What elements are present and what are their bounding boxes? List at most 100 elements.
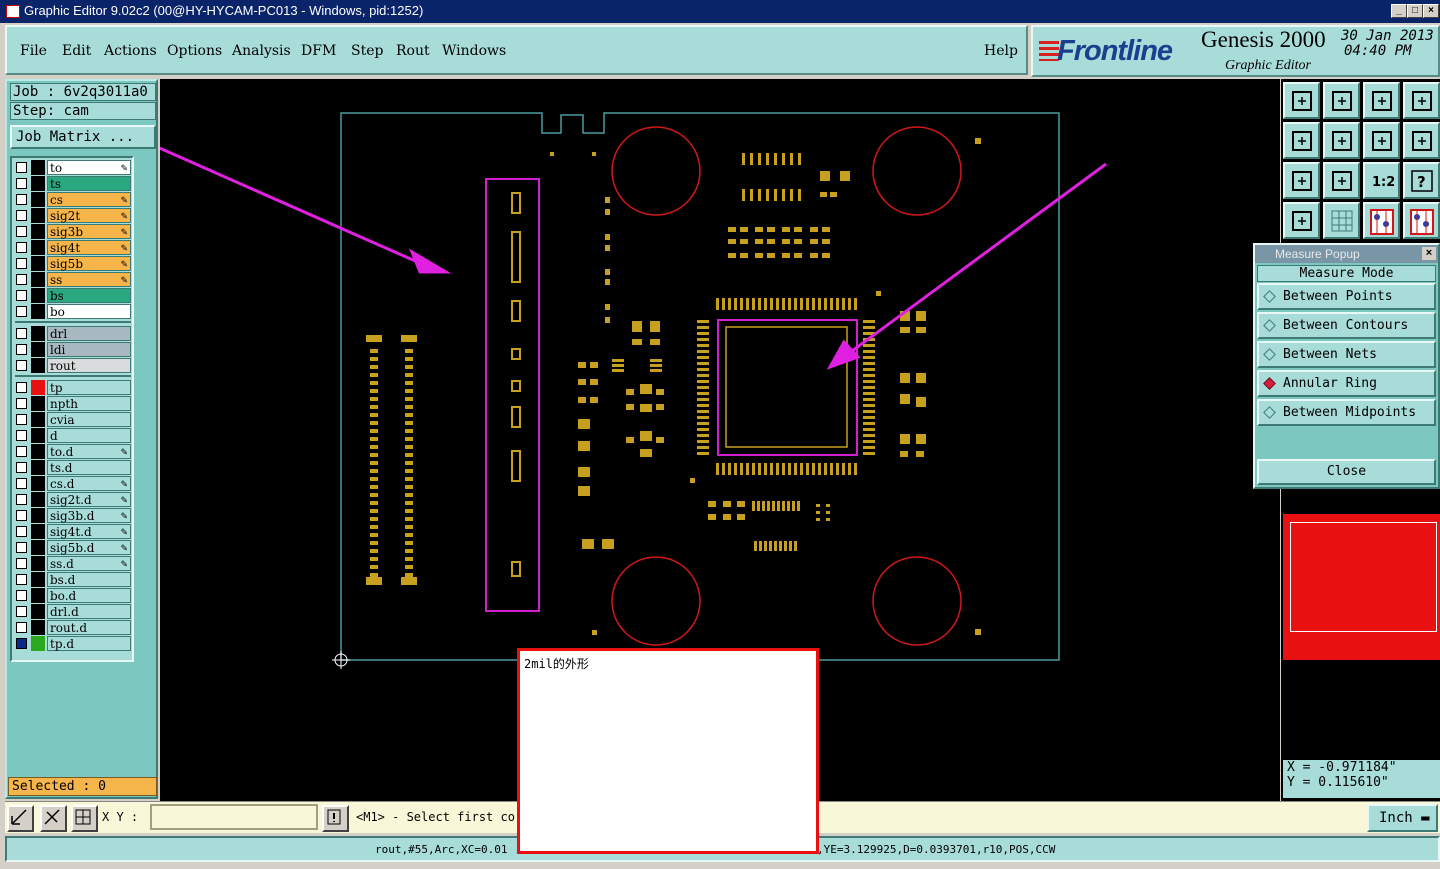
- menu-dfm[interactable]: DFM: [301, 43, 336, 59]
- menu-options[interactable]: Options: [167, 43, 222, 59]
- layer-checkbox[interactable]: [16, 638, 27, 649]
- layer-row[interactable]: sig2t ✎: [15, 208, 131, 223]
- layer-checkbox[interactable]: [16, 274, 27, 285]
- layer-checkbox[interactable]: [16, 290, 27, 301]
- layer-name[interactable]: sig2t ✎: [47, 208, 131, 223]
- layer-checkbox[interactable]: [16, 344, 27, 355]
- layer-name[interactable]: cs ✎: [47, 192, 131, 207]
- layer-row[interactable]: d: [15, 428, 131, 443]
- snap-mode-icon[interactable]: [7, 805, 34, 832]
- job-matrix-button[interactable]: Job Matrix ...: [10, 125, 156, 149]
- layer-checkbox[interactable]: [16, 462, 27, 473]
- layer-checkbox[interactable]: [16, 478, 27, 489]
- layer-name[interactable]: to.d ✎: [47, 444, 131, 459]
- measure-option[interactable]: Between Points: [1257, 283, 1436, 310]
- layer-checkbox[interactable]: [16, 306, 27, 317]
- menu-windows[interactable]: Windows: [442, 43, 506, 59]
- layer-row[interactable]: drl: [15, 326, 131, 341]
- window-icon[interactable]: [1403, 82, 1440, 119]
- layer-checkbox[interactable]: [16, 558, 27, 569]
- menu-file[interactable]: File: [20, 43, 47, 59]
- layer-name[interactable]: cs.d ✎: [47, 476, 131, 491]
- layer-name[interactable]: sig5b ✎: [47, 256, 131, 271]
- xy-input[interactable]: [150, 804, 318, 830]
- layer-checkbox[interactable]: [16, 542, 27, 553]
- alert-icon[interactable]: [322, 805, 349, 832]
- layer-row[interactable]: bs.d: [15, 572, 131, 587]
- layer-checkbox[interactable]: [16, 526, 27, 537]
- layer-row[interactable]: bo: [15, 304, 131, 319]
- layer-row[interactable]: ss.d ✎: [15, 556, 131, 571]
- layer-checkbox[interactable]: [16, 258, 27, 269]
- layer-row[interactable]: sig5b ✎: [15, 256, 131, 271]
- layer-checkbox[interactable]: [16, 242, 27, 253]
- menu-analysis[interactable]: Analysis: [232, 43, 291, 59]
- layer-row[interactable]: npth: [15, 396, 131, 411]
- layer-row[interactable]: ldi: [15, 342, 131, 357]
- home-icon[interactable]: [1363, 82, 1400, 119]
- measure-option[interactable]: Between Nets: [1257, 341, 1436, 368]
- layer-checkbox[interactable]: [16, 414, 27, 425]
- layer-checkbox[interactable]: [16, 210, 27, 221]
- layer-row[interactable]: ts: [15, 176, 131, 191]
- layer-name[interactable]: ldi: [47, 342, 131, 357]
- menu-edit[interactable]: Edit: [62, 43, 91, 59]
- layer-checkbox[interactable]: [16, 622, 27, 633]
- layers-blue-icon[interactable]: [1403, 202, 1440, 239]
- maximize-button[interactable]: □: [1407, 4, 1423, 18]
- layer-checkbox[interactable]: [16, 590, 27, 601]
- layer-row[interactable]: to.d ✎: [15, 444, 131, 459]
- menu-actions[interactable]: Actions: [104, 43, 157, 59]
- tools-icon[interactable]: [1283, 202, 1320, 239]
- layer-checkbox[interactable]: [16, 510, 27, 521]
- layer-name[interactable]: d: [47, 428, 131, 443]
- layer-row[interactable]: cs ✎: [15, 192, 131, 207]
- layer-row[interactable]: sig5b.d ✎: [15, 540, 131, 555]
- layer-checkbox[interactable]: [16, 178, 27, 189]
- measure-option[interactable]: Annular Ring: [1257, 370, 1436, 397]
- layer-checkbox[interactable]: [16, 162, 27, 173]
- board-overview[interactable]: [1283, 514, 1440, 660]
- menu-rout[interactable]: Rout: [396, 43, 430, 59]
- layer-name[interactable]: bs: [47, 288, 131, 303]
- layer-name[interactable]: npth: [47, 396, 131, 411]
- layer-name[interactable]: sig2t.d ✎: [47, 492, 131, 507]
- layer-row[interactable]: tp.d: [15, 636, 131, 651]
- layer-row[interactable]: sig3b.d ✎: [15, 508, 131, 523]
- layer-checkbox[interactable]: [16, 328, 27, 339]
- layer-name[interactable]: tp.d: [47, 636, 131, 651]
- layer-checkbox[interactable]: [16, 494, 27, 505]
- scale-1to2-icon[interactable]: 1:2: [1363, 162, 1400, 199]
- measure-popup-close-icon[interactable]: ×: [1422, 247, 1436, 260]
- layer-name[interactable]: sig3b ✎: [47, 224, 131, 239]
- layer-name[interactable]: drl: [47, 326, 131, 341]
- layer-checkbox[interactable]: [16, 382, 27, 393]
- layer-row[interactable]: bo.d: [15, 588, 131, 603]
- zoom-home-icon[interactable]: [1283, 82, 1320, 119]
- layer-name[interactable]: bo: [47, 304, 131, 319]
- layer-row[interactable]: drl.d: [15, 604, 131, 619]
- snap-icon[interactable]: [1403, 122, 1440, 159]
- layer-row[interactable]: to ✎: [15, 160, 131, 175]
- measure-option[interactable]: Between Contours: [1257, 312, 1436, 339]
- layer-name[interactable]: rout: [47, 358, 131, 373]
- layer-name[interactable]: sig4t ✎: [47, 240, 131, 255]
- minimize-button[interactable]: _: [1391, 4, 1407, 18]
- layer-checkbox[interactable]: [16, 398, 27, 409]
- menu-step[interactable]: Step: [351, 43, 383, 59]
- measure-mode-icon[interactable]: [40, 805, 67, 832]
- layer-name[interactable]: sig5b.d ✎: [47, 540, 131, 555]
- help-icon[interactable]: ?: [1403, 162, 1440, 199]
- layer-name[interactable]: ss ✎: [47, 272, 131, 287]
- layer-row[interactable]: rout.d: [15, 620, 131, 635]
- zoom-center-icon[interactable]: [1323, 162, 1360, 199]
- layer-checkbox[interactable]: [16, 194, 27, 205]
- layer-row[interactable]: bs: [15, 288, 131, 303]
- fit-icon[interactable]: [1283, 162, 1320, 199]
- layer-checkbox[interactable]: [16, 226, 27, 237]
- layer-row[interactable]: ts.d: [15, 460, 131, 475]
- layers-red-icon[interactable]: [1363, 202, 1400, 239]
- layer-row[interactable]: cs.d ✎: [15, 476, 131, 491]
- layer-checkbox[interactable]: [16, 446, 27, 457]
- unit-selector[interactable]: Inch ▬: [1367, 804, 1438, 832]
